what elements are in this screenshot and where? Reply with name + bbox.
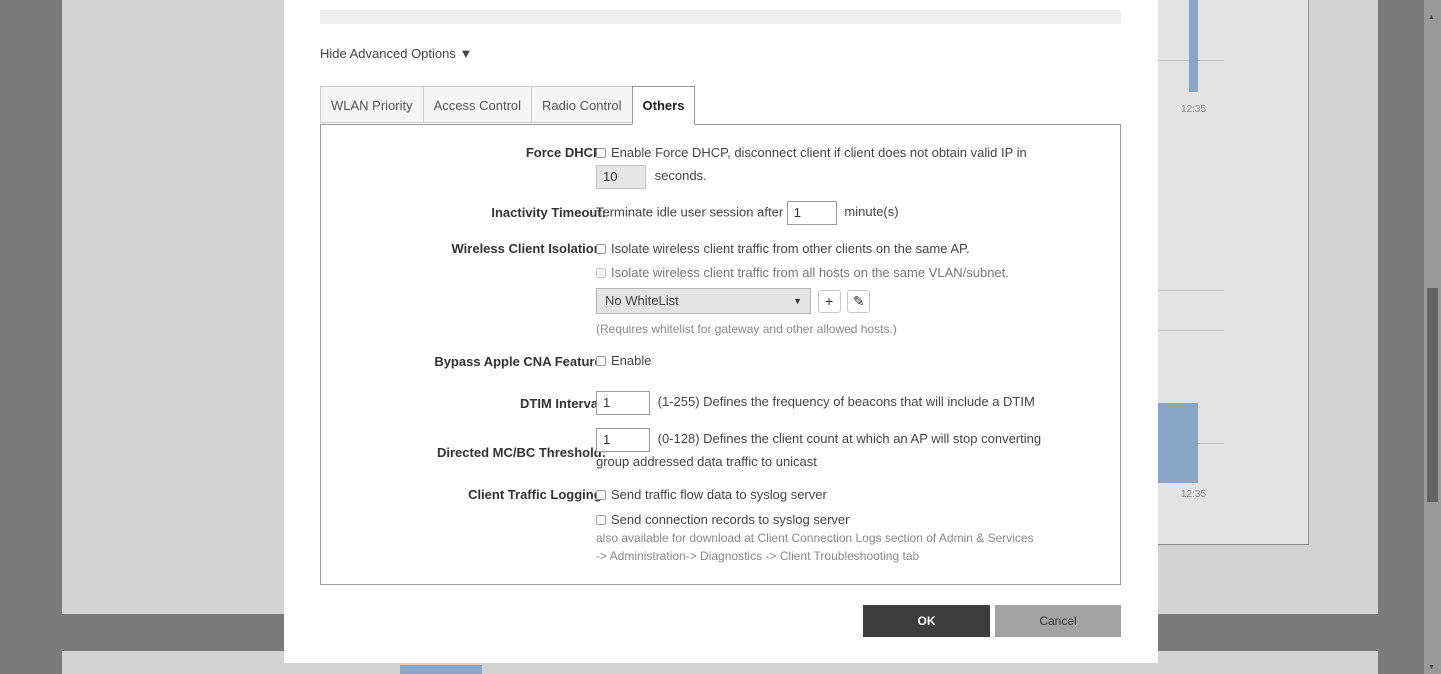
isolation-vlan-checkbox[interactable] [596,268,606,278]
dtim-interval-label: DTIM Interval: [520,396,606,411]
background-gridline [1158,290,1224,291]
directed-threshold-label: Directed MC/BC Threshold: [436,445,606,460]
bypass-cna-text: Enable [611,353,652,368]
connection-records-text: Send connection records to syslog server [611,512,850,527]
force-dhcp-seconds-row: 10 seconds. [596,165,707,189]
background-chart-time-label: 12:35 [1181,489,1207,500]
add-whitelist-button[interactable]: + [817,289,841,313]
traffic-flow-option: Send traffic flow data to syslog server [596,485,827,504]
background-chart-area [1158,403,1198,483]
directed-threshold-description-1: (0-128) Defines the client count at whic… [657,431,1042,447]
inactivity-timeout-input[interactable]: 1 [786,201,837,225]
directed-threshold-input[interactable]: 1 [596,428,650,452]
ok-button[interactable]: OK [863,605,990,637]
force-dhcp-checkbox-text: Enable Force DHCP, disconnect client if … [611,145,1027,160]
force-dhcp-checkbox[interactable] [596,148,606,158]
isolation-ap-checkbox[interactable] [596,244,606,254]
logging-note-1: also available for download at Client Co… [596,531,1034,545]
isolation-option-ap: Isolate wireless client traffic from oth… [596,239,970,258]
wlan-settings-modal: Hide Advanced Options ▼ WLAN Priority Ac… [284,0,1158,663]
isolation-option-vlan: Isolate wireless client traffic from all… [596,263,1009,282]
page-scrollbar[interactable]: ▲ ▼ [1424,0,1441,674]
whitelist-select[interactable]: No WhiteList ▼ [596,288,811,314]
background-bottom-bar [400,665,482,674]
bypass-cna-label: Bypass Apple CNA Feature: [434,354,606,369]
tab-others[interactable]: Others [631,86,696,125]
client-traffic-logging-label: Client Traffic Logging: [468,487,606,502]
force-dhcp-value: Enable Force DHCP, disconnect client if … [596,143,1027,162]
inactivity-timeout-label: Inactivity Timeout: [491,205,606,220]
background-gridline [1158,330,1224,331]
connection-records-checkbox[interactable] [596,515,606,525]
whitelist-hint: (Requires whitelist for gateway and othe… [596,322,897,336]
dropdown-arrow-icon: ▼ [793,296,802,306]
dtim-interval-value: 1 (1-255) Defines the frequency of beaco… [596,391,1035,415]
scroll-down-arrow-icon[interactable]: ▼ [1428,664,1435,671]
tab-access-control[interactable]: Access Control [422,86,533,123]
logging-note-2: -> Administration-> Diagnostics -> Clien… [596,549,920,563]
scrollbar-thumb[interactable] [1427,288,1438,502]
scroll-up-arrow-icon[interactable]: ▲ [1428,14,1435,21]
force-dhcp-seconds-input[interactable]: 10 [596,165,646,189]
traffic-flow-checkbox[interactable] [596,490,606,500]
background-chart-bar [1189,0,1198,92]
bypass-cna-value: Enable [596,351,651,370]
directed-threshold-value: 1 (0-128) Defines the client count at wh… [596,428,1041,452]
whitelist-controls: No WhiteList ▼ + ✎ [596,288,871,314]
force-dhcp-label: Force DHCP: [525,145,606,160]
tab-radio-control[interactable]: Radio Control [531,86,633,123]
isolation-vlan-text: Isolate wireless client traffic from all… [611,265,1009,280]
modal-top-section [320,10,1121,24]
inactivity-timeout-suffix: minute(s) [844,204,899,220]
dtim-interval-input[interactable]: 1 [596,391,650,415]
background-chart-time-label: 12:35 [1181,104,1207,115]
bypass-cna-checkbox[interactable] [596,356,606,366]
plus-icon: + [825,292,834,309]
edit-whitelist-button[interactable]: ✎ [847,289,871,313]
isolation-ap-text: Isolate wireless client traffic from oth… [611,241,970,256]
advanced-tabs: WLAN Priority Access Control Radio Contr… [320,86,696,125]
connection-records-option: Send connection records to syslog server [596,510,849,529]
inactivity-timeout-prefix: Terminate idle user session after [596,204,784,220]
force-dhcp-seconds-suffix: seconds. [654,168,707,184]
hide-advanced-options-toggle[interactable]: Hide Advanced Options ▼ [320,46,472,61]
others-tab-panel: Force DHCP: Enable Force DHCP, disconnec… [320,124,1121,585]
cancel-button[interactable]: Cancel [995,605,1121,637]
traffic-flow-text: Send traffic flow data to syslog server [611,487,827,502]
pencil-icon: ✎ [852,292,865,309]
whitelist-select-value: No WhiteList [605,293,679,308]
inactivity-timeout-value: Terminate idle user session after 1 minu… [596,201,899,225]
dtim-interval-description: (1-255) Defines the frequency of beacons… [657,394,1035,410]
wireless-client-isolation-label: Wireless Client Isolation: [451,241,606,256]
tab-wlan-priority[interactable]: WLAN Priority [320,86,424,123]
directed-threshold-description-2: group addressed data traffic to unicast [596,454,817,469]
